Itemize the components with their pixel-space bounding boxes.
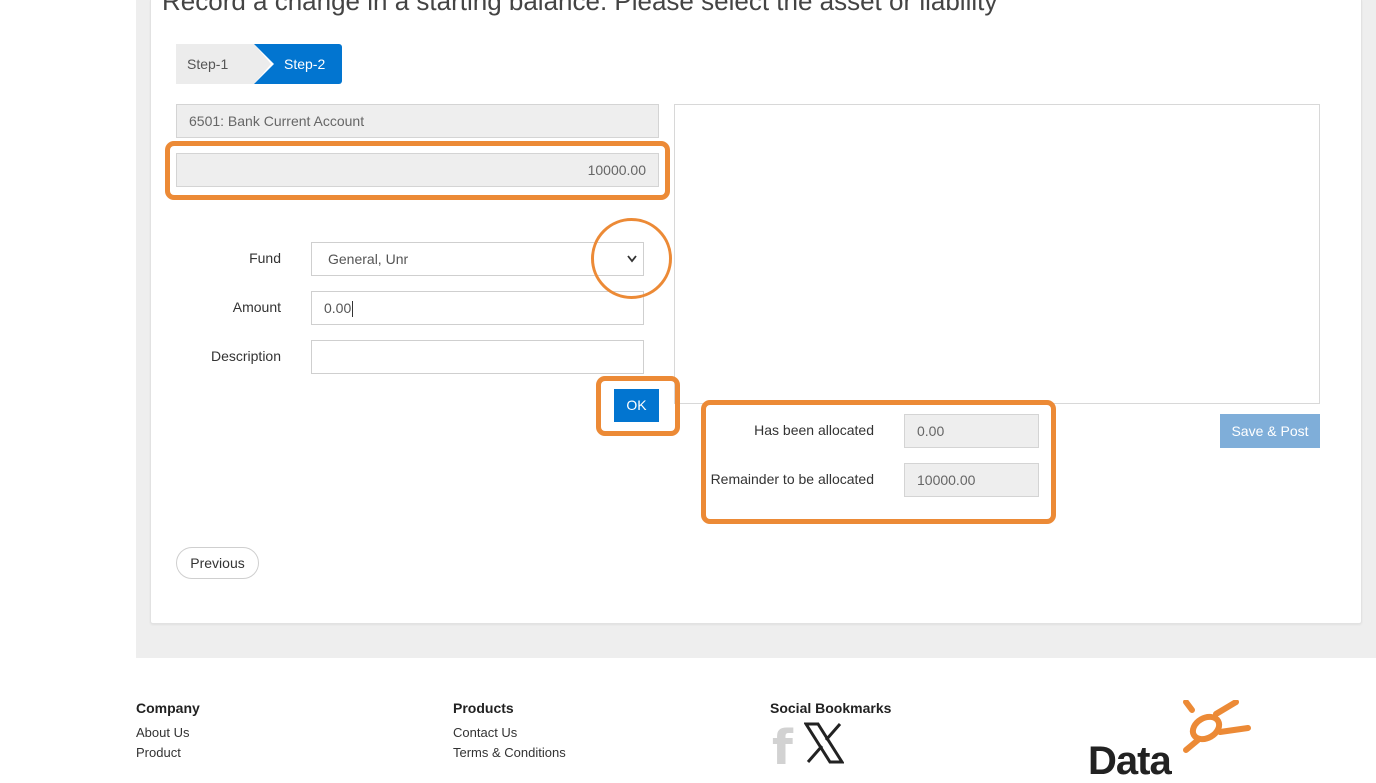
page-title: Record a change in a starting balance. P… [162, 0, 998, 16]
total-amount-readonly-field: 10000.00 [176, 153, 659, 187]
description-label: Description [210, 348, 281, 364]
amount-input-value: 0.00 [324, 300, 352, 316]
x-twitter-icon[interactable] [803, 722, 845, 769]
text-cursor [352, 301, 354, 318]
allocated-value-field: 0.00 [904, 414, 1039, 448]
remainder-value-field: 10000.00 [904, 463, 1039, 497]
step-1-tab[interactable]: Step-1 [176, 44, 271, 84]
previous-button[interactable]: Previous [176, 547, 259, 579]
ok-button[interactable]: OK [614, 389, 659, 422]
footer-link-terms[interactable]: Terms & Conditions [453, 745, 566, 760]
allocation-grid [674, 104, 1320, 404]
footer-products-title: Products [453, 700, 514, 716]
facebook-icon[interactable]: f [772, 724, 793, 772]
description-input[interactable] [311, 340, 644, 374]
chevron-down-icon[interactable] [627, 243, 637, 287]
save-and-post-button[interactable]: Save & Post [1220, 414, 1320, 448]
allocated-label: Has been allocated [754, 422, 874, 438]
company-logo-text: Data [1088, 739, 1172, 783]
fund-select[interactable]: General, Unr [311, 242, 644, 276]
fund-select-value: General, Unr [328, 251, 409, 267]
footer-link-about-us[interactable]: About Us [136, 725, 189, 740]
amount-label: Amount [232, 299, 281, 315]
footer-company-title: Company [136, 700, 200, 716]
remainder-label: Remainder to be allocated [710, 471, 874, 487]
account-readonly-field: 6501: Bank Current Account [176, 104, 659, 138]
amount-input[interactable]: 0.00 [311, 291, 644, 325]
footer-link-product[interactable]: Product [136, 745, 181, 760]
footer-social-title: Social Bookmarks [770, 700, 892, 716]
fund-label: Fund [249, 250, 281, 266]
footer-link-contact-us[interactable]: Contact Us [453, 725, 517, 740]
